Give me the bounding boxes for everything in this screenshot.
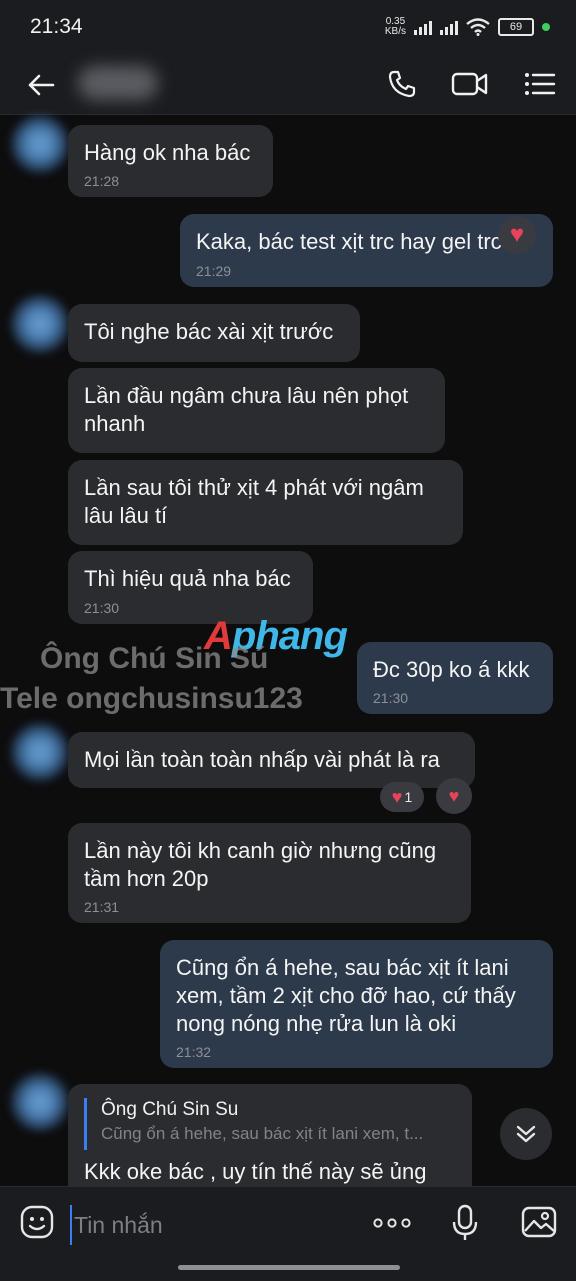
smiley-icon: [20, 1205, 54, 1239]
message-text: Mọi lần toàn toàn nhấp vài phát là ra: [84, 747, 440, 772]
message-incoming[interactable]: Lần đầu ngâm chưa lâu nên phọt nhanh: [68, 368, 445, 453]
signal-icon-2: [440, 19, 458, 35]
more-dots-icon: [373, 1218, 411, 1228]
microphone-icon: [452, 1204, 478, 1240]
message-outgoing[interactable]: Kaka, bác test xịt trc hay gel trc á 21:…: [180, 214, 553, 287]
reaction-count: 1: [404, 789, 413, 805]
reply-quote-text: Cũng ổn á hehe, sau bác xịt ít lani xem,…: [101, 1124, 424, 1143]
arrow-left-icon: [28, 74, 55, 96]
message-outgoing[interactable]: Đc 30p ko á kkk 21:30: [357, 642, 553, 714]
message-incoming[interactable]: Tôi nghe bác xài xịt trước: [68, 304, 360, 362]
heart-icon: ♥: [509, 221, 525, 248]
message-text: Cũng ổn á hehe, sau bác xịt ít lani xem,…: [176, 955, 516, 1036]
battery-icon: 69: [498, 18, 534, 36]
menu-button[interactable]: [522, 66, 558, 102]
message-text: Thì hiệu quả nha bác: [84, 566, 291, 591]
message-text: Kkk oke bác , uy tín thế này sẽ ủng: [84, 1159, 427, 1184]
status-bar: 21:34 0.35 KB/s 69: [0, 0, 576, 56]
message-time: 21:30: [373, 690, 409, 706]
message-input[interactable]: Tin nhắn: [70, 1205, 350, 1245]
contact-avatar[interactable]: [10, 294, 70, 354]
reply-quote[interactable]: Ông Chú Sin Su Cũng ổn á hehe, sau bác x…: [84, 1098, 454, 1150]
scroll-to-bottom-button[interactable]: [500, 1108, 552, 1160]
reply-quote-name: Ông Chú Sin Su: [101, 1099, 239, 1120]
call-button[interactable]: [384, 66, 420, 102]
message-outgoing[interactable]: Cũng ổn á hehe, sau bác xịt ít lani xem,…: [160, 940, 553, 1068]
home-indicator: [178, 1265, 400, 1270]
list-icon: [525, 73, 556, 95]
watermark-line1: Ông Chú Sin Sú: [40, 642, 269, 675]
more-options-button[interactable]: [370, 1205, 414, 1241]
message-incoming[interactable]: Hàng ok nha bác 21:28: [68, 125, 273, 197]
chat-header: [0, 56, 576, 115]
contact-name[interactable]: [78, 66, 158, 100]
signal-icon: [414, 19, 432, 35]
image-icon: [521, 1206, 557, 1238]
add-reaction-button[interactable]: ♥: [436, 778, 472, 814]
voice-button[interactable]: [448, 1201, 482, 1245]
status-time: 21:34: [30, 15, 83, 38]
wifi-icon: [466, 18, 490, 36]
message-time: 21:32: [176, 1044, 212, 1060]
message-time: 21:31: [84, 899, 120, 915]
battery-level: 69: [509, 21, 523, 33]
message-text: Hàng ok nha bác: [84, 140, 251, 165]
emoji-button[interactable]: [18, 1203, 56, 1241]
message-text: Lần sau tôi thử xịt 4 phát với ngâm lâu …: [84, 475, 424, 528]
message-time: 21:29: [196, 263, 232, 279]
video-camera-icon: [451, 72, 488, 96]
contact-avatar[interactable]: [10, 114, 70, 174]
message-incoming[interactable]: Lần sau tôi thử xịt 4 phát với ngâm lâu …: [68, 460, 463, 545]
active-dot: [542, 23, 550, 31]
heart-icon: ♥: [448, 786, 460, 806]
contact-avatar[interactable]: [10, 722, 70, 782]
back-button[interactable]: [24, 68, 58, 102]
phone-icon: [388, 70, 416, 98]
message-incoming[interactable]: Mọi lần toàn toàn nhấp vài phát là ra: [68, 732, 475, 788]
message-text: Lần đầu ngâm chưa lâu nên phọt nhanh: [84, 383, 409, 436]
network-speed-unit: KB/s: [384, 26, 406, 37]
double-chevron-down-icon: [516, 1125, 536, 1143]
gallery-button[interactable]: [520, 1203, 558, 1241]
message-text: Lần này tôi kh canh giờ nhưng cũng tầm h…: [84, 838, 437, 891]
message-incoming[interactable]: Lần này tôi kh canh giờ nhưng cũng tầm h…: [68, 823, 471, 923]
network-speed: 0.35 KB/s: [385, 17, 406, 37]
message-time: 21:28: [84, 173, 120, 189]
video-call-button[interactable]: [450, 66, 490, 102]
message-time: 21:30: [84, 600, 120, 616]
message-text: Kaka, bác test xịt trc hay gel trc á: [196, 229, 521, 254]
watermark-line2: Tele ongchusinsu123: [0, 682, 303, 715]
reaction-count-badge[interactable]: ♥ 1: [380, 782, 424, 812]
contact-avatar[interactable]: [10, 1072, 70, 1132]
reaction-badge[interactable]: ♥: [498, 216, 536, 254]
status-icons: 0.35 KB/s 69: [385, 17, 550, 37]
heart-icon: ♥: [391, 787, 403, 807]
message-text: Đc 30p ko á kkk: [373, 657, 530, 682]
message-text: Tôi nghe bác xài xịt trước: [84, 319, 334, 344]
